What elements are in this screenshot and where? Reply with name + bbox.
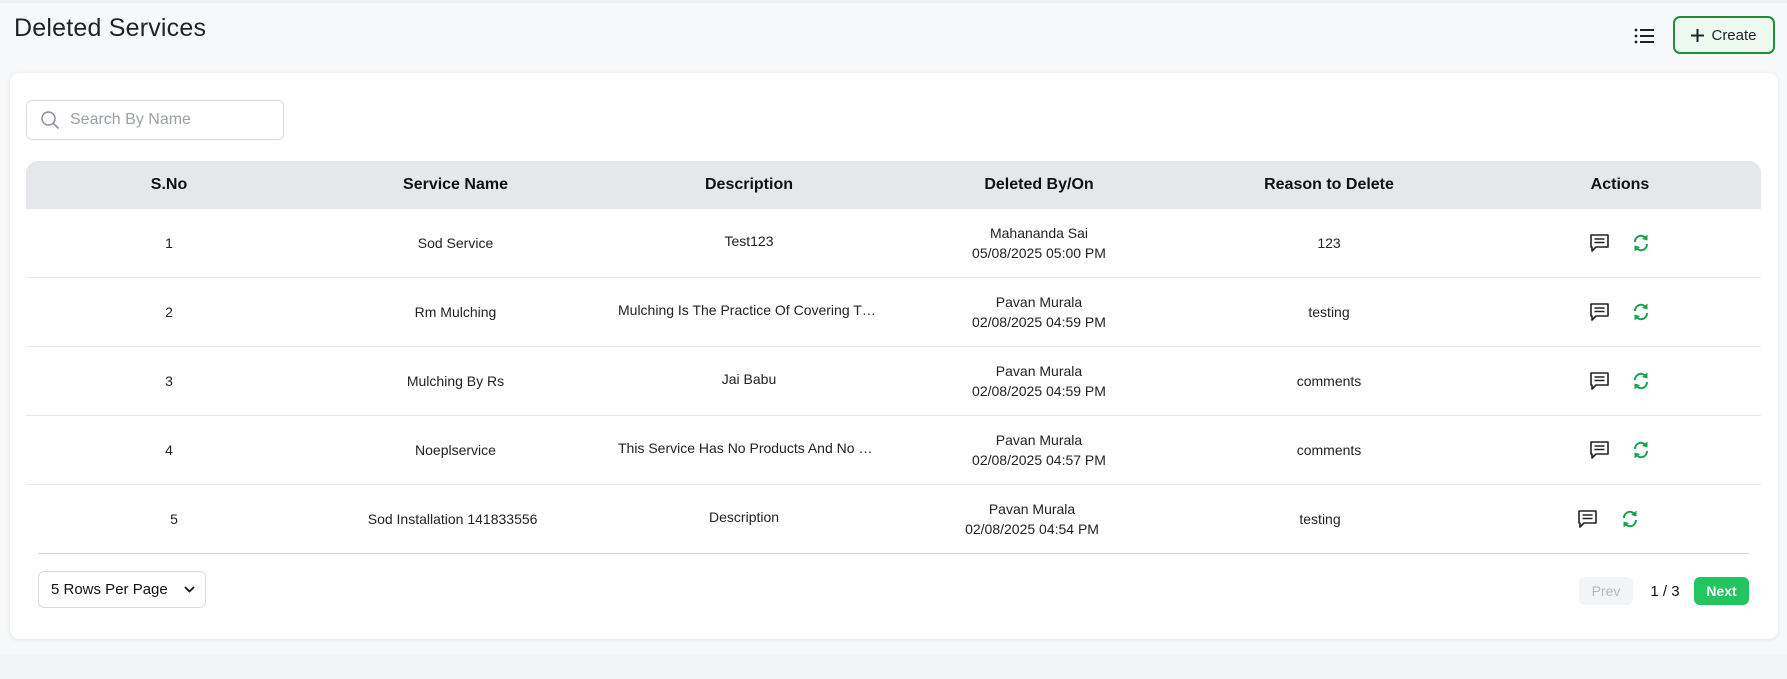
prev-page-button[interactable]: Prev	[1579, 577, 1633, 605]
cell-deleted-by-on: Pavan Murala 02/08/2025 04:59 PM	[899, 361, 1179, 401]
next-page-button[interactable]: Next	[1694, 577, 1749, 605]
table-row: 1 Sod Service Test123 Mahananda Sai 05/0…	[26, 209, 1761, 278]
cell-service-name: Rm Mulching	[414, 304, 497, 320]
cell-actions	[1479, 370, 1761, 392]
search-input[interactable]	[68, 110, 272, 130]
cell-service-name: Mulching By Rs	[406, 373, 505, 389]
cell-sno: 1	[165, 235, 173, 251]
chevron-down-icon	[184, 586, 195, 593]
deleted-by: Pavan Murala	[995, 294, 1083, 310]
cell-sno: 5	[170, 511, 178, 527]
cell-reason: comments	[1296, 373, 1362, 389]
column-header-service-name[interactable]: Service Name	[312, 176, 599, 194]
restore-icon[interactable]	[1630, 232, 1652, 254]
search-box[interactable]	[26, 100, 284, 140]
cell-description: Test123	[724, 232, 774, 249]
cell-reason: testing	[1299, 511, 1341, 527]
deleted-by: Pavan Murala	[988, 501, 1076, 517]
column-header-description[interactable]: Description	[599, 176, 899, 194]
plus-icon	[1691, 28, 1705, 42]
cell-deleted-by-on: Mahananda Sai 05/08/2025 05:00 PM	[899, 223, 1179, 263]
cell-service-name: Noeplservice	[415, 442, 496, 458]
deleted-on: 05/08/2025 05:00 PM	[972, 245, 1106, 261]
deleted-services-table: S.No Service Name Description Deleted By…	[26, 161, 1761, 554]
restore-icon[interactable]	[1619, 508, 1641, 530]
column-header-reason[interactable]: Reason to Delete	[1179, 176, 1479, 194]
cell-actions	[1479, 439, 1761, 461]
cell-service-name: Sod Service	[417, 235, 494, 251]
create-button[interactable]: Create	[1673, 16, 1775, 54]
cell-actions	[1469, 508, 1749, 530]
top-divider	[0, 0, 1787, 3]
cell-description: Jai Babu	[721, 370, 777, 387]
deleted-on: 02/08/2025 04:54 PM	[965, 521, 1099, 537]
cell-deleted-by-on: Pavan Murala 02/08/2025 04:57 PM	[899, 430, 1179, 470]
list-icon	[1634, 28, 1654, 44]
comment-icon[interactable]	[1588, 439, 1610, 461]
page-indicator: 1 / 3	[1650, 582, 1680, 600]
restore-icon[interactable]	[1630, 439, 1652, 461]
cell-sno: 4	[165, 442, 173, 458]
cell-reason: testing	[1308, 304, 1350, 320]
deleted-by: Pavan Murala	[995, 363, 1083, 379]
cell-actions	[1479, 301, 1761, 323]
table-row: 4 Noeplservice This Service Has No Produ…	[26, 416, 1761, 485]
rows-per-page-value: 5 Rows Per Page	[51, 581, 168, 598]
deleted-on: 02/08/2025 04:59 PM	[972, 383, 1106, 399]
cell-sno: 2	[165, 304, 173, 320]
cell-description: This Service Has No Products And No Equi…	[618, 439, 880, 456]
rows-per-page-select[interactable]: 5 Rows Per Page	[38, 571, 206, 608]
deleted-services-card: S.No Service Name Description Deleted By…	[10, 73, 1778, 639]
table-row: 3 Mulching By Rs Jai Babu Pavan Murala 0…	[26, 347, 1761, 416]
comment-icon[interactable]	[1588, 232, 1610, 254]
comment-icon[interactable]	[1588, 301, 1610, 323]
cell-service-name: Sod Installation 141833556	[367, 511, 538, 527]
cell-description: Description	[709, 508, 780, 525]
bottom-area	[0, 654, 1787, 679]
cell-sno: 3	[165, 373, 173, 389]
create-button-label: Create	[1711, 26, 1757, 44]
list-view-button[interactable]	[1626, 20, 1662, 52]
comment-icon[interactable]	[1588, 370, 1610, 392]
restore-icon[interactable]	[1630, 370, 1652, 392]
cell-reason: 123	[1317, 235, 1341, 251]
column-header-actions: Actions	[1590, 176, 1650, 193]
deleted-by: Mahananda Sai	[989, 225, 1089, 241]
deleted-on: 02/08/2025 04:59 PM	[972, 314, 1106, 330]
comment-icon[interactable]	[1577, 508, 1599, 530]
cell-deleted-by-on: Pavan Murala 02/08/2025 04:59 PM	[899, 292, 1179, 332]
cell-description: Mulching Is The Practice Of Covering The…	[618, 301, 880, 318]
search-icon	[40, 109, 62, 131]
column-header-sno[interactable]: S.No	[26, 176, 312, 194]
cell-actions	[1479, 232, 1761, 254]
table-row: 2 Rm Mulching Mulching Is The Practice O…	[26, 278, 1761, 347]
page-title: Deleted Services	[14, 14, 207, 42]
cell-reason: comments	[1296, 442, 1362, 458]
table-row: 5 Sod Installation 141833556 Description…	[38, 485, 1749, 554]
restore-icon[interactable]	[1630, 301, 1652, 323]
deleted-on: 02/08/2025 04:57 PM	[972, 452, 1106, 468]
column-header-deleted-by-on[interactable]: Deleted By/On	[899, 176, 1179, 194]
deleted-by: Pavan Murala	[995, 432, 1083, 448]
table-header: S.No Service Name Description Deleted By…	[26, 161, 1761, 209]
cell-deleted-by-on: Pavan Murala 02/08/2025 04:54 PM	[893, 499, 1171, 539]
